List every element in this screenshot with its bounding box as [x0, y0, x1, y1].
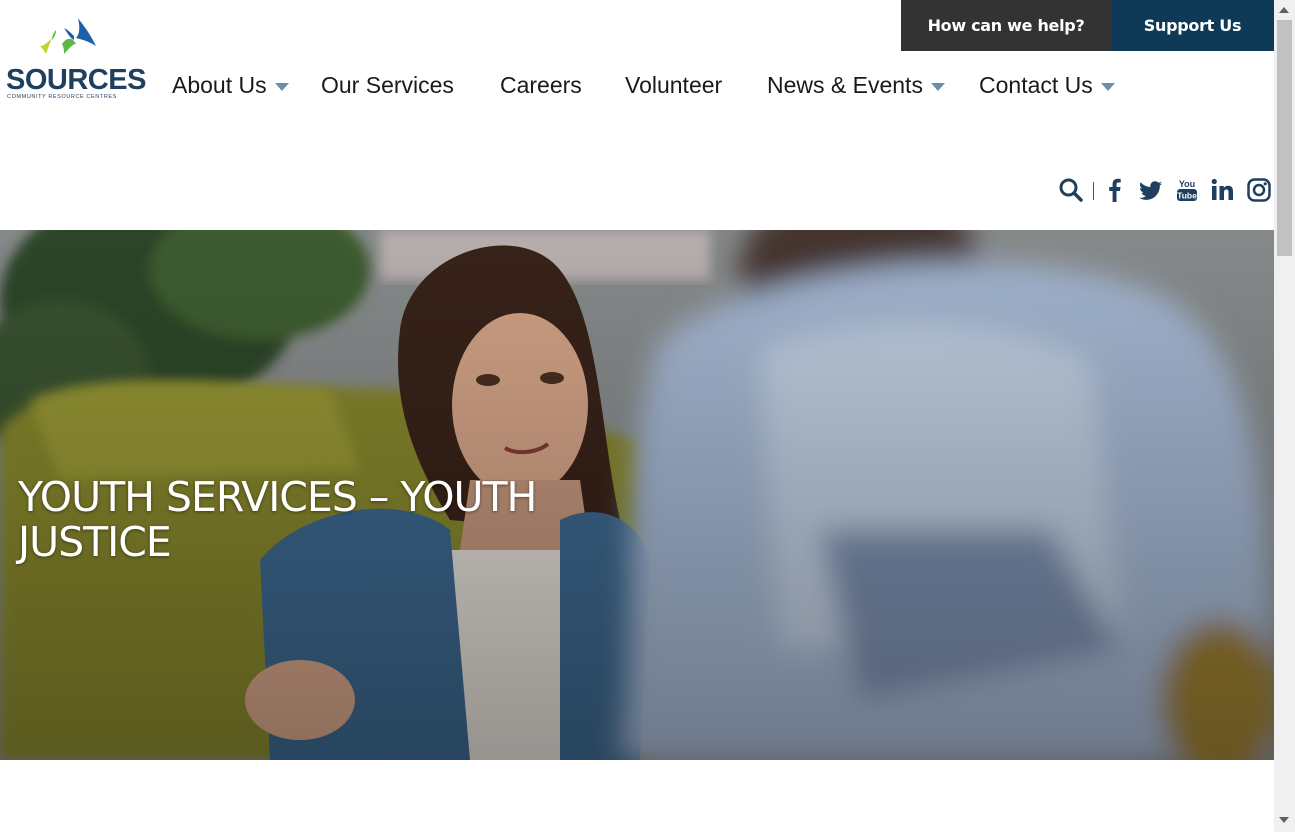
logo-wordmark: SOURCES — [6, 64, 146, 96]
nav-item-label: Careers — [500, 72, 582, 98]
vertical-scrollbar[interactable] — [1274, 0, 1295, 832]
how-can-we-help-button[interactable]: How can we help? — [901, 0, 1111, 51]
hero-banner: YOUTH SERVICES – YOUTH JUSTICE — [0, 230, 1274, 760]
icon-divider — [1093, 182, 1094, 200]
nav-item-volunteer[interactable]: Volunteer — [625, 72, 722, 99]
logo-tagline: COMMUNITY RESOURCE CENTRES — [7, 94, 117, 100]
chevron-down-icon[interactable] — [275, 82, 289, 91]
nav-item-our-services[interactable]: Our Services — [321, 72, 454, 99]
nav-item-news-events[interactable]: News & Events — [767, 72, 946, 99]
sources-logo[interactable]: SOURCES COMMUNITY RESOURCE CENTRES — [4, 14, 146, 102]
page-title: YOUTH SERVICES – YOUTH JUSTICE — [18, 473, 537, 567]
nav-item-label: News & Events — [767, 72, 923, 98]
chevron-down-icon[interactable] — [931, 82, 946, 91]
svg-text:You: You — [1179, 179, 1195, 189]
instagram-icon[interactable] — [1245, 176, 1273, 204]
youtube-icon[interactable]: You Tube — [1173, 176, 1201, 204]
nav-item-careers[interactable]: Careers — [500, 72, 582, 99]
scroll-down-arrow-icon[interactable] — [1279, 817, 1289, 823]
nav-item-contact-us[interactable]: Contact Us — [979, 72, 1116, 99]
scroll-up-arrow-icon[interactable] — [1279, 7, 1289, 13]
nav-item-about-us[interactable]: About Us — [172, 72, 289, 99]
svg-text:Tube: Tube — [1177, 191, 1197, 201]
facebook-icon[interactable] — [1101, 176, 1129, 204]
nav-item-label: Contact Us — [979, 72, 1093, 98]
nav-item-label: Volunteer — [625, 72, 723, 98]
social-icons-bar: You Tube — [1055, 176, 1275, 206]
nav-item-label: Our Services — [321, 72, 454, 98]
search-icon[interactable] — [1057, 176, 1085, 204]
birds-logo-icon — [40, 18, 96, 54]
support-us-button[interactable]: Support Us — [1111, 0, 1274, 51]
chevron-down-icon[interactable] — [1101, 82, 1116, 91]
linkedin-icon[interactable] — [1209, 176, 1237, 204]
twitter-icon[interactable] — [1137, 176, 1165, 204]
scroll-thumb[interactable] — [1277, 20, 1292, 256]
nav-item-label: About Us — [172, 72, 267, 98]
